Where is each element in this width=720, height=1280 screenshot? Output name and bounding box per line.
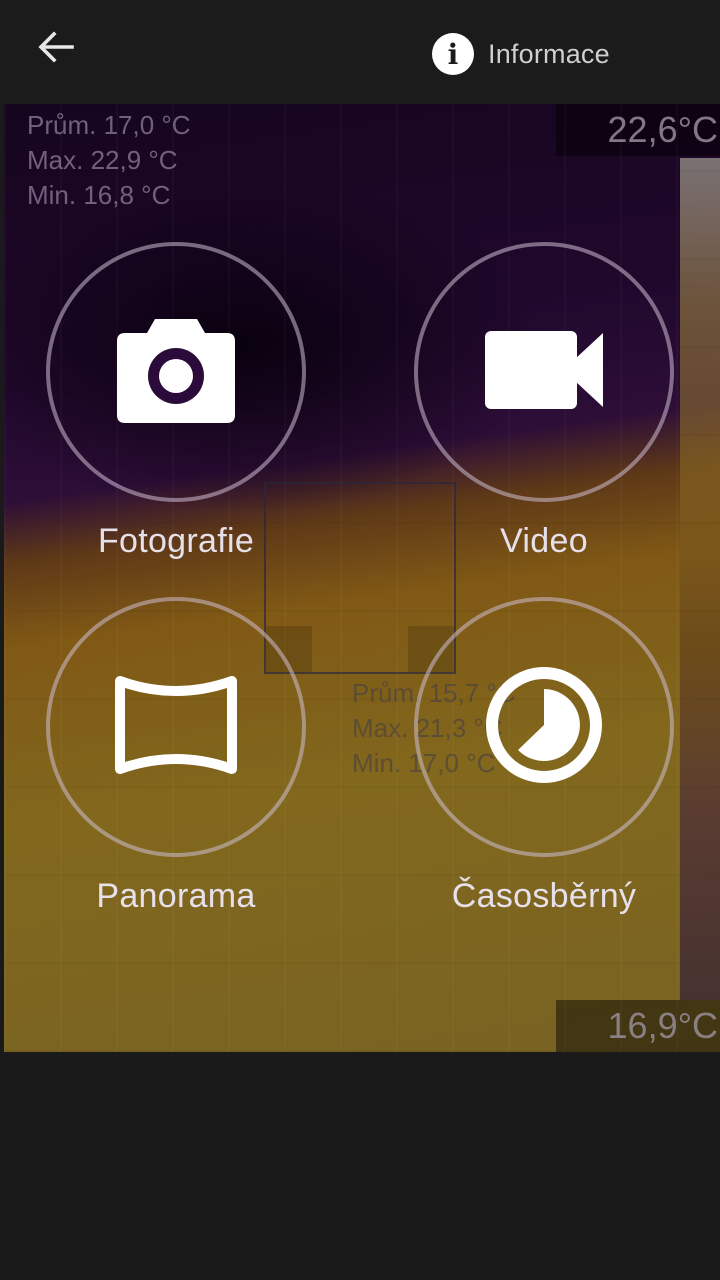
top-bar: i Informace	[0, 0, 720, 104]
mode-timelapse-label: Časosběrný	[451, 877, 637, 915]
bottom-area	[0, 1052, 720, 1280]
scale-min-temp: 16,9°C	[556, 1000, 720, 1052]
mode-photo-button[interactable]: Fotografie	[46, 242, 306, 561]
color-scale-bar	[680, 158, 720, 1000]
camera-icon	[115, 315, 237, 430]
mode-video-button[interactable]: Video	[414, 242, 674, 561]
mode-photo-label: Fotografie	[97, 522, 255, 560]
mode-panorama-ring[interactable]	[46, 597, 306, 857]
mode-panorama-button[interactable]: Panorama	[46, 597, 306, 916]
stats-max: Max. 22,9 °C	[27, 145, 178, 175]
arrow-left-icon	[38, 30, 74, 68]
mode-panorama-label: Panorama	[96, 877, 256, 915]
mode-timelapse-button[interactable]: Časosběrný	[414, 597, 674, 916]
mode-photo-ring[interactable]	[46, 242, 306, 502]
timelapse-icon	[482, 663, 606, 792]
back-button[interactable]	[22, 24, 90, 74]
mode-video-ring[interactable]	[414, 242, 674, 502]
mode-video-label: Video	[500, 522, 588, 560]
panorama-icon	[114, 675, 238, 780]
stats-average: Prům. 17,0 °C	[27, 110, 191, 140]
info-button[interactable]: i Informace	[424, 26, 644, 82]
scale-max-temp: 22,6°C	[556, 104, 720, 156]
full-frame-stats: Prům. 17,0 °C Max. 22,9 °C Min. 16,8 °C	[27, 108, 191, 213]
video-camera-icon	[483, 329, 605, 416]
info-label: Informace	[488, 38, 610, 69]
mode-timelapse-ring[interactable]	[414, 597, 674, 857]
stats-min: Min. 16,8 °C	[27, 180, 171, 210]
info-icon: i	[432, 33, 474, 75]
